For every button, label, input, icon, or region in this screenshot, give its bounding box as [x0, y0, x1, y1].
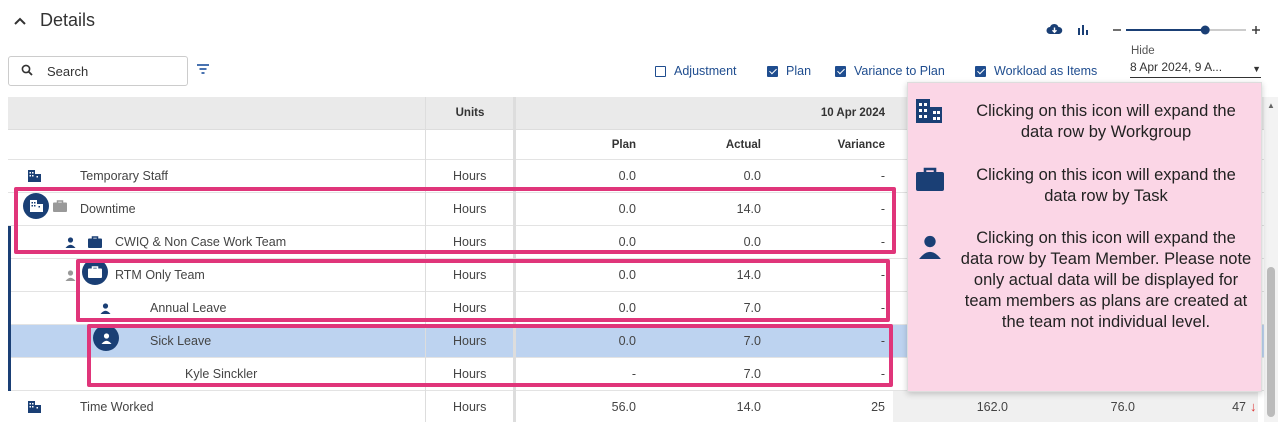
chevron-up-icon[interactable]: [14, 12, 26, 29]
scrollbar-thumb[interactable]: [1267, 267, 1275, 417]
zoom-slider[interactable]: [1112, 22, 1264, 38]
plan-header: Plan: [611, 138, 636, 151]
person-icon: [918, 235, 942, 264]
checkbox-checked-icon: [975, 65, 986, 77]
briefcase-icon: [916, 167, 944, 196]
building-icon[interactable]: [28, 391, 41, 422]
date-header: 10 Apr 2024: [820, 107, 885, 119]
highlight-box-workgroup: [14, 187, 896, 254]
search-icon: [21, 64, 33, 79]
adjustment-checkbox[interactable]: Adjustment: [655, 64, 737, 78]
highlight-box-task: [76, 259, 890, 322]
slider-handle: [1200, 25, 1210, 35]
tooltip-workgroup-text: Clicking on this icon will expand the da…: [976, 102, 1236, 141]
tooltip-member-text: Clicking on this icon will expand the da…: [960, 229, 1252, 331]
checkbox-icon: [655, 65, 666, 77]
highlight-box-member: [87, 324, 893, 387]
help-tooltip: Clicking on this icon will expand the da…: [907, 82, 1262, 392]
table-row[interactable]: Time Worked Hours 56.0 14.0 25 162.0 76.…: [8, 391, 1268, 422]
actual-header: Actual: [725, 138, 761, 151]
dropdown-arrow-icon: ▼: [1252, 64, 1261, 74]
person-icon[interactable]: [65, 259, 76, 291]
row-name: Time Worked: [80, 399, 154, 414]
search-input[interactable]: Search: [8, 56, 188, 86]
arrow-down-icon: ↓: [1250, 399, 1257, 414]
bar-chart-icon[interactable]: [1077, 22, 1089, 38]
tooltip-task-text: Clicking on this icon will expand the da…: [976, 166, 1236, 205]
checkbox-checked-icon: [835, 65, 846, 77]
cloud-download-icon[interactable]: [1046, 22, 1063, 38]
variance-to-plan-checkbox[interactable]: Variance to Plan: [835, 64, 945, 78]
hide-label: Hide: [1131, 45, 1155, 57]
search-placeholder: Search: [47, 63, 89, 79]
building-icon: [916, 99, 942, 128]
checkbox-checked-icon: [767, 65, 778, 77]
plan-checkbox[interactable]: Plan: [767, 64, 811, 78]
filter-icon[interactable]: [196, 62, 210, 80]
details-header[interactable]: Details: [14, 10, 95, 31]
workload-as-items-checkbox[interactable]: Workload as Items: [975, 64, 1097, 78]
variance-header: Variance: [837, 138, 885, 151]
hide-select[interactable]: 8 Apr 2024, 9 A... ▼: [1130, 60, 1261, 78]
vertical-scrollbar[interactable]: ▲: [1264, 97, 1278, 422]
units-header: Units: [455, 107, 485, 119]
toolbar-icons: [1046, 22, 1089, 38]
page-title: Details: [40, 10, 96, 30]
